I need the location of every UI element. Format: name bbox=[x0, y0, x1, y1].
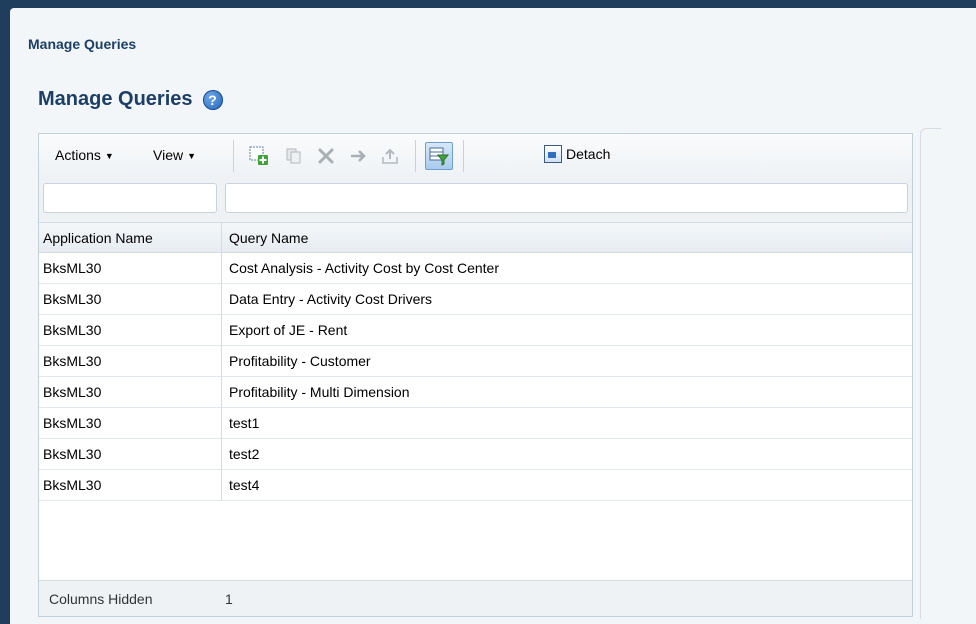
application-name-cell: BksML30 bbox=[43, 353, 102, 369]
application-name-filter-input[interactable] bbox=[43, 183, 217, 213]
column-header-application-name[interactable]: Application Name bbox=[43, 230, 153, 246]
table-row[interactable]: BksML30 test1 bbox=[39, 408, 912, 439]
query-name-cell: Profitability - Customer bbox=[229, 353, 371, 369]
application-name-cell: BksML30 bbox=[43, 384, 102, 400]
detach-label: Detach bbox=[566, 146, 611, 162]
panel-title: Manage Queries bbox=[38, 88, 193, 110]
table-row[interactable]: BksML30 Cost Analysis - Activity Cost by… bbox=[39, 253, 912, 284]
query-name-cell: Data Entry - Activity Cost Drivers bbox=[229, 291, 433, 307]
table-row[interactable]: BksML30 Export of JE - Rent bbox=[39, 315, 912, 346]
toolbar-separator bbox=[463, 140, 464, 172]
toolbar-separator bbox=[415, 140, 416, 172]
table-row[interactable]: BksML30 test4 bbox=[39, 470, 912, 501]
columns-hidden-count: 1 bbox=[225, 591, 233, 607]
query-name-cell: Cost Analysis - Activity Cost by Cost Ce… bbox=[229, 260, 499, 276]
chevron-down-icon: ▼ bbox=[187, 151, 197, 161]
delete-icon[interactable] bbox=[315, 145, 337, 167]
actions-menu-label: Actions bbox=[55, 147, 101, 163]
table-header: Application Name Query Name bbox=[39, 222, 912, 253]
go-to-icon[interactable] bbox=[347, 145, 369, 167]
duplicate-icon[interactable] bbox=[283, 145, 305, 167]
column-divider bbox=[221, 222, 222, 253]
application-name-cell: BksML30 bbox=[43, 322, 102, 338]
table-row[interactable]: BksML30 test2 bbox=[39, 439, 912, 470]
column-header-query-name[interactable]: Query Name bbox=[229, 230, 308, 246]
table-toolbar: Actions ▼ View ▼ Detach bbox=[39, 134, 912, 179]
table-row[interactable]: BksML30 Data Entry - Activity Cost Drive… bbox=[39, 284, 912, 315]
panel-header: Manage Queries ? bbox=[38, 88, 223, 111]
application-name-cell: BksML30 bbox=[43, 477, 102, 493]
application-name-cell: BksML30 bbox=[43, 291, 102, 307]
chevron-down-icon: ▼ bbox=[104, 151, 114, 161]
query-name-filter-input[interactable] bbox=[225, 183, 908, 213]
detach-icon bbox=[544, 145, 562, 163]
table-row[interactable]: BksML30 Profitability - Multi Dimension bbox=[39, 377, 912, 408]
view-menu[interactable]: View ▼ bbox=[153, 147, 196, 163]
side-panel-edge bbox=[920, 128, 941, 619]
column-divider bbox=[221, 253, 222, 501]
create-icon[interactable] bbox=[248, 145, 270, 167]
query-name-cell: Profitability - Multi Dimension bbox=[229, 384, 410, 400]
query-by-example-icon[interactable] bbox=[425, 142, 453, 170]
application-name-cell: BksML30 bbox=[43, 446, 102, 462]
query-name-cell: test1 bbox=[229, 415, 260, 431]
queries-table-panel: Actions ▼ View ▼ Detach Application Name… bbox=[38, 133, 913, 617]
query-name-cell: test4 bbox=[229, 477, 260, 493]
help-icon[interactable]: ? bbox=[202, 89, 223, 110]
query-name-cell: test2 bbox=[229, 446, 260, 462]
toolbar-separator bbox=[233, 140, 234, 172]
detach-button[interactable]: Detach bbox=[544, 145, 610, 163]
table-footer: Columns Hidden 1 bbox=[39, 580, 912, 616]
query-name-cell: Export of JE - Rent bbox=[229, 322, 348, 338]
application-name-cell: BksML30 bbox=[43, 415, 102, 431]
export-icon[interactable] bbox=[379, 145, 401, 167]
table-row[interactable]: BksML30 Profitability - Customer bbox=[39, 346, 912, 377]
filter-row bbox=[39, 178, 912, 222]
columns-hidden-label: Columns Hidden bbox=[49, 591, 153, 607]
view-menu-label: View bbox=[153, 147, 184, 163]
manage-queries-page: Manage Queries Manage Queries ? Actions ▼… bbox=[10, 8, 976, 624]
application-name-cell: BksML30 bbox=[43, 260, 102, 276]
page-title: Manage Queries bbox=[28, 36, 137, 52]
actions-menu[interactable]: Actions ▼ bbox=[55, 147, 114, 163]
